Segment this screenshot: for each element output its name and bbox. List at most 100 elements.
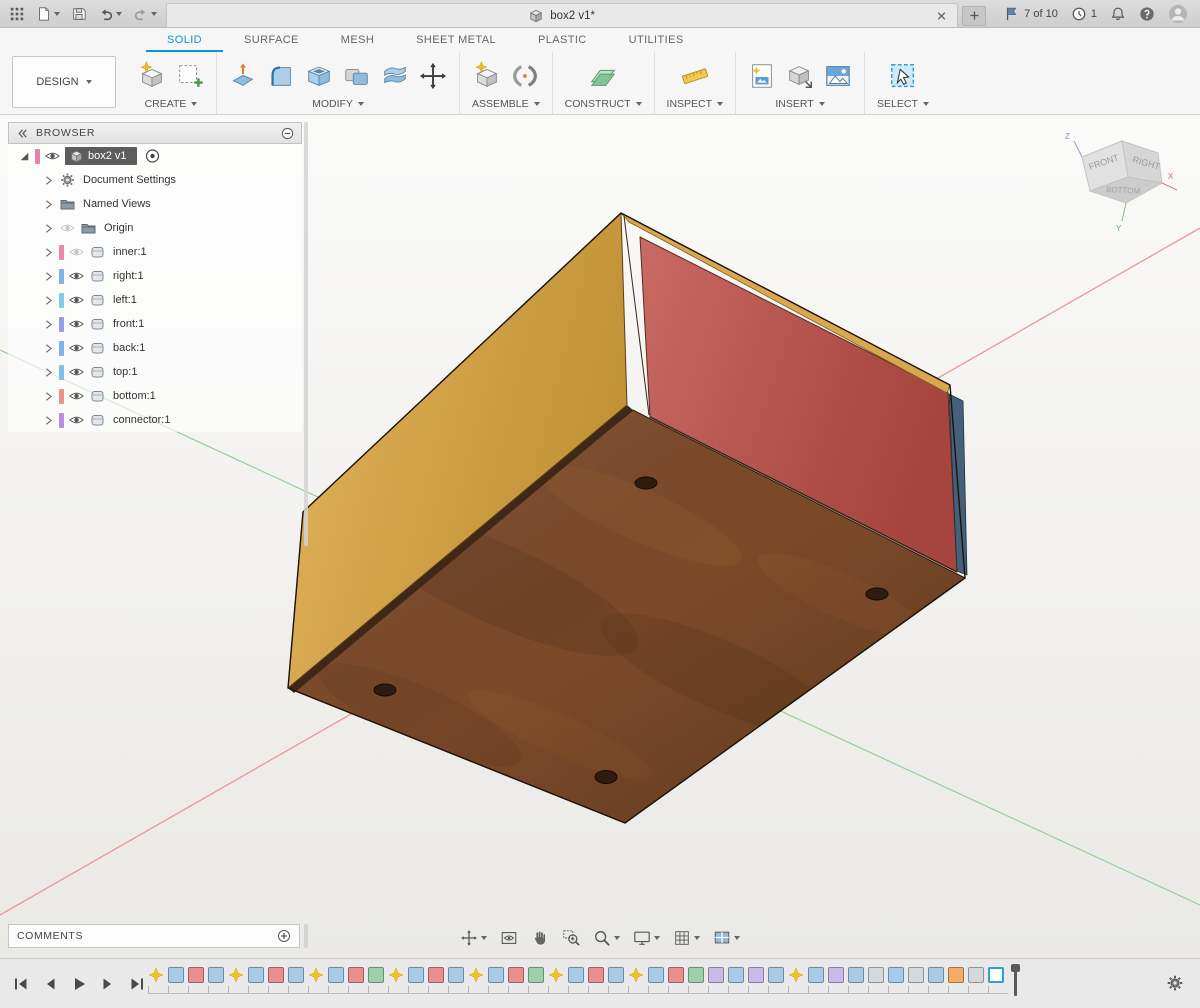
viewports-button[interactable] [710,927,743,949]
timeline-feature[interactable] [908,967,924,983]
timeline-new-component-feature[interactable] [388,967,404,983]
timeline-new-component-feature[interactable] [788,967,804,983]
box-model[interactable] [288,213,967,823]
chevron-right-icon[interactable] [42,366,55,379]
browser-item-inner-1[interactable]: inner:1 [8,240,302,264]
timeline-feature[interactable] [948,967,964,983]
chevron-right-icon[interactable] [42,294,55,307]
select-icon[interactable] [886,59,920,93]
assemble-component-icon[interactable] [470,59,504,93]
timeline-feature[interactable] [348,967,364,983]
timeline-new-component-feature[interactable] [308,967,324,983]
look-at-button[interactable] [497,927,521,949]
insert-canvas-icon[interactable] [821,59,855,93]
file-menu-button[interactable] [32,3,64,25]
toolbar-group-label-create[interactable]: CREATE [142,97,201,111]
timeline-feature[interactable] [748,967,764,983]
timeline-new-component-feature[interactable] [548,967,564,983]
browser-scrollbar[interactable] [304,122,308,546]
visibility-eye-icon[interactable] [68,388,85,404]
offset-face-icon[interactable] [378,59,412,93]
timeline-feature[interactable] [408,967,424,983]
root-component-label[interactable]: box2 v1 [65,147,137,165]
timeline-feature[interactable] [368,967,384,983]
timeline-feature[interactable] [708,967,724,983]
visibility-eye-icon[interactable] [44,148,61,164]
browser-header[interactable]: BROWSER [8,122,302,144]
visibility-off-eye-icon[interactable] [59,220,76,236]
visibility-eye-icon[interactable] [68,364,85,380]
timeline-feature[interactable] [588,967,604,983]
chevron-right-icon[interactable] [42,246,55,259]
create-sketch-icon[interactable] [173,59,207,93]
chevron-right-icon[interactable] [42,318,55,331]
ribbon-tab-plastic[interactable]: PLASTIC [517,29,608,52]
timeline-feature[interactable] [828,967,844,983]
minimize-panel-icon[interactable] [281,127,294,140]
timeline-new-component-feature[interactable] [628,967,644,983]
new-tab-button[interactable] [962,6,986,26]
toolbar-group-label-construct[interactable]: CONSTRUCT [562,97,645,111]
browser-item-named-views[interactable]: Named Views [8,192,302,216]
timeline-feature[interactable] [428,967,444,983]
zoom-window-button[interactable] [559,927,583,949]
timeline-feature[interactable] [868,967,884,983]
timeline-feature[interactable] [648,967,664,983]
ribbon-tab-surface[interactable]: SURFACE [223,29,320,52]
visibility-eye-icon[interactable] [68,316,85,332]
toolbar-group-label-assemble[interactable]: ASSEMBLE [469,97,543,111]
timeline-feature[interactable] [848,967,864,983]
combine-icon[interactable] [340,59,374,93]
toolbar-group-label-modify[interactable]: MODIFY [309,97,367,111]
timeline-feature[interactable] [208,967,224,983]
timeline-feature[interactable] [488,967,504,983]
comments-scrollbar[interactable] [304,924,308,948]
timeline-feature[interactable] [668,967,684,983]
press-pull-icon[interactable] [226,59,260,93]
version-status-button[interactable]: 7 of 10 [1004,6,1058,22]
view-cube[interactable]: FRONT RIGHT BOTTOM X Y Z [1056,127,1186,237]
viewport-canvas[interactable]: FRONT RIGHT BOTTOM X Y Z BROWSER [0,115,1200,958]
timeline-feature[interactable] [808,967,824,983]
browser-item-origin[interactable]: Origin [8,216,302,240]
chevron-right-icon[interactable] [42,414,55,427]
redo-button[interactable] [129,3,161,25]
timeline-feature[interactable] [608,967,624,983]
visibility-off-eye-icon[interactable] [68,244,85,260]
skip-to-end-button[interactable] [128,975,146,993]
timeline-feature[interactable] [188,967,204,983]
visibility-eye-icon[interactable] [68,340,85,356]
expand-triangle-icon[interactable] [18,150,31,163]
zoom-button[interactable] [590,927,623,949]
browser-root-component[interactable]: box2 v1 [8,144,302,168]
browser-item-top-1[interactable]: top:1 [8,360,302,384]
chevron-right-icon[interactable] [42,342,55,355]
timeline-feature[interactable] [448,967,464,983]
timeline-feature[interactable] [268,967,284,983]
browser-item-connector-1[interactable]: connector:1 [8,408,302,432]
ribbon-tab-sheet-metal[interactable]: SHEET METAL [395,29,517,52]
ribbon-tab-utilities[interactable]: UTILITIES [608,29,705,52]
undo-button[interactable] [94,3,126,25]
step-forward-button[interactable] [99,975,117,993]
timeline-end-marker[interactable] [988,967,1004,983]
timeline-new-component-feature[interactable] [148,967,164,983]
comments-bar[interactable]: COMMENTS [8,924,300,948]
timeline-feature[interactable] [728,967,744,983]
timeline-feature[interactable] [248,967,264,983]
timeline-feature[interactable] [928,967,944,983]
play-button[interactable] [70,975,88,993]
activate-component-radio[interactable] [144,148,161,164]
timeline-feature[interactable] [288,967,304,983]
timeline-playhead[interactable] [1014,965,1017,996]
pan-button[interactable] [528,927,552,949]
timeline-feature[interactable] [328,967,344,983]
timeline-feature[interactable] [528,967,544,983]
joint-icon[interactable] [508,59,542,93]
timeline-settings-gear[interactable] [1166,974,1184,992]
toolbar-group-label-insert[interactable]: INSERT [772,97,827,111]
construction-plane-icon[interactable] [586,59,620,93]
toolbar-group-label-select[interactable]: SELECT [874,97,932,111]
orbit-button[interactable] [457,927,490,949]
display-settings-button[interactable] [630,927,663,949]
